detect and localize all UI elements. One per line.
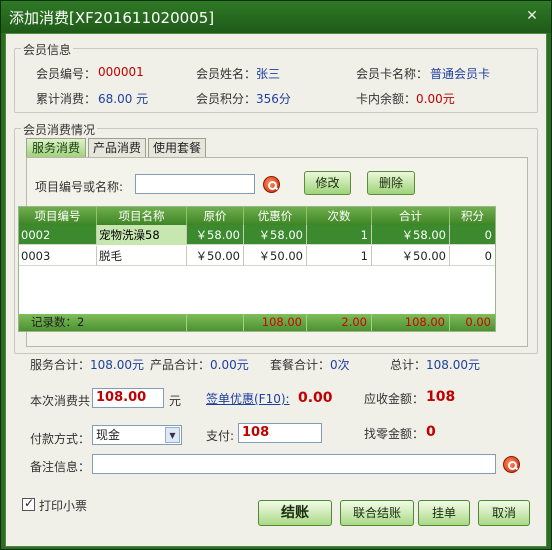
pay-method-select[interactable]: 现金 ▼ [92,425,182,445]
tab-service[interactable]: 服务消费 [26,138,86,158]
grand-total-label: 总计： [390,358,427,372]
cell-disc: ￥50.00 [244,246,307,266]
member-points-label: 会员积分： [196,92,257,106]
tab-product[interactable]: 产品消费 [88,138,146,158]
pay-amount-input[interactable]: 108 [238,423,322,443]
col-points[interactable]: 积分 [450,207,495,225]
service-total-label: 服务合计： [30,358,91,372]
card-balance-value: 0.00元 [416,92,455,106]
consume-legend: 会员消费情况 [21,121,98,138]
cell-points: 0 [484,249,492,263]
table-row[interactable]: 0003 脱毛 ￥50.00 ￥50.00 1 ￥50.00 0 [19,246,495,266]
search-icon[interactable] [503,456,520,473]
member-name-label: 会员姓名： [196,67,257,81]
grand-total-value: 108.00元 [426,358,480,372]
close-icon[interactable]: ✕ [523,7,541,25]
col-name[interactable]: 项目名称 [97,207,187,225]
this-consume-label: 本次消费共 [30,394,91,408]
product-total-label: 产品合计： [150,358,211,372]
dialog-window: 添加消费[XF201611020005] ✕ 会员信息 会员编号： 000001… [0,0,552,550]
table-header: 项目编号 项目名称 原价 优惠价 次数 合计 积分 [19,207,495,225]
edit-button[interactable]: 修改 [304,171,351,195]
footer-points-total: 0.00 [465,315,491,329]
total-consume-label: 累计消费： [36,92,97,106]
tab-package[interactable]: 使用套餐 [148,138,206,158]
sign-discount-value: 0.00 [298,390,333,406]
record-count: 记录数：2 [19,314,187,331]
remark-label: 备注信息： [30,460,91,474]
print-receipt-checkbox[interactable] [22,496,35,511]
items-table: 项目编号 项目名称 原价 优惠价 次数 合计 积分 0002 宠物洗澡58 ￥5… [18,206,496,332]
delete-button[interactable]: 删除 [367,171,415,195]
chevron-down-icon[interactable]: ▼ [165,427,180,443]
col-code[interactable]: 项目编号 [19,207,97,225]
cell-sum: ￥50.00 [372,246,450,266]
package-total-label: 套餐合计： [270,358,331,372]
joint-checkout-button[interactable]: 联合结账 [340,500,414,526]
cell-name: 宠物洗澡58 [97,225,187,245]
change-value: 0 [426,424,436,440]
member-no-value: 000001 [98,65,144,79]
card-balance-label: 卡内余额： [356,92,417,106]
col-sum[interactable]: 合计 [372,207,450,225]
footer-blank [187,314,244,331]
title-bar: 添加消费[XF201611020005] ✕ [1,1,551,33]
this-consume-input[interactable]: 108.00 [92,388,164,408]
member-info-legend: 会员信息 [21,41,74,58]
col-orig[interactable]: 原价 [187,207,244,225]
pay-method-label: 付款方式： [30,432,91,446]
dialog-body: 会员信息 会员编号： 000001 会员姓名： 张三 会员卡名称： 普通会员卡 … [5,33,547,547]
sign-discount-link[interactable]: 签单优惠(F10): [206,390,290,407]
col-disc[interactable]: 优惠价 [244,207,307,225]
cancel-button[interactable]: 取消 [478,500,530,526]
member-name-value: 张三 [256,67,281,81]
cell-count: 1 [307,246,372,266]
cell-points: 0 [484,228,492,242]
cell-orig: ￥58.00 [187,225,244,245]
col-count[interactable]: 次数 [307,207,372,225]
receivable-value: 108 [426,389,456,405]
this-consume-unit: 元 [169,394,182,408]
cell-name: 脱毛 [97,246,187,266]
footer-orig-total: 108.00 [244,314,307,331]
print-receipt-label[interactable]: 打印小票 [39,497,87,514]
search-label: 项目编号或名称: [35,180,124,194]
cell-code: 0002 [19,225,97,245]
cell-count: 1 [307,225,372,245]
cell-code: 0003 [19,246,97,266]
window-title: 添加消费[XF201611020005] [9,9,215,27]
footer-sum-total: 108.00 [372,314,450,331]
service-total-value: 108.00元 [90,358,144,372]
receivable-label: 应收金额： [364,392,425,406]
table-footer: 记录数：2 108.00 2.00 108.00 0.00 [19,314,495,331]
footer-count-total: 2.00 [307,314,372,331]
member-points-value: 356分 [256,92,291,106]
pay-amount-label: 支付: [206,429,235,443]
search-input[interactable] [135,174,255,194]
cell-orig: ￥50.00 [187,246,244,266]
cell-sum: ￥58.00 [372,225,450,245]
hold-order-button[interactable]: 挂单 [418,500,470,526]
member-no-label: 会员编号： [36,67,97,81]
member-card-label: 会员卡名称： [356,67,429,81]
product-total-value: 0.00元 [210,358,249,372]
checkout-button[interactable]: 结账 [258,500,332,526]
pay-method-value: 现金 [96,428,121,442]
table-row[interactable]: 0002 宠物洗澡58 ￥58.00 ￥58.00 1 ￥58.00 0 [19,225,495,245]
total-consume-value: 68.00 元 [98,92,149,106]
change-label: 找零金额： [364,427,425,441]
cell-disc: ￥58.00 [244,225,307,245]
member-card-value: 普通会员卡 [430,67,491,81]
remark-input[interactable] [92,454,496,474]
search-icon[interactable] [263,176,280,193]
package-total-value: 0次 [330,358,350,372]
